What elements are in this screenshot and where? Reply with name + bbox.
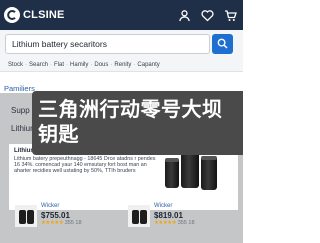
- search-bar: [0, 30, 243, 58]
- nav-item-renity[interactable]: Renity: [114, 62, 131, 68]
- brand-name: CLSINE: [23, 9, 65, 21]
- nav-item-stock[interactable]: Stock: [8, 62, 23, 68]
- battery-image: [165, 158, 179, 188]
- product-rating: ★★★★★ 355 18: [41, 220, 82, 226]
- cart-icon[interactable]: [223, 8, 237, 22]
- nav-separator: ·: [110, 61, 113, 68]
- product-brand: Wicker: [41, 203, 60, 209]
- nav-separator: ·: [133, 61, 136, 68]
- card-description: Lithium batery prepeuthnagg - 18645 Drce…: [14, 156, 156, 175]
- battery-image: [181, 150, 199, 188]
- product-thumbnail: [128, 205, 150, 227]
- nav-separator: ·: [50, 61, 53, 68]
- nav-item-dous[interactable]: Dous: [94, 62, 108, 68]
- product-thumbnail: [15, 205, 37, 227]
- user-icon[interactable]: [177, 8, 191, 22]
- nav-separator: ·: [90, 61, 93, 68]
- supplier-label: Supp: [11, 106, 30, 115]
- nav-item-flat[interactable]: Flat: [54, 62, 64, 68]
- favorites-icon[interactable]: [200, 8, 214, 22]
- product-listing[interactable]: Wicker $819.01 ★★★★★ 355 18: [128, 203, 228, 237]
- rating-count: 355 18: [177, 220, 195, 226]
- search-input[interactable]: [5, 34, 210, 54]
- star-rating-icon: ★★★★★: [154, 220, 177, 226]
- rating-count: 355 18: [64, 220, 82, 226]
- category-nav: Stock · Search · Flat · Hamily · Dous · …: [0, 58, 243, 72]
- overlay-banner: 三角洲行动零号大坝钥匙: [32, 91, 243, 155]
- product-rating: ★★★★★ 355 18: [154, 220, 195, 226]
- nav-item-capanty[interactable]: Capanty: [137, 62, 159, 68]
- section-label[interactable]: Pamiliers: [4, 84, 35, 93]
- search-button[interactable]: [212, 34, 233, 54]
- nav-separator: ·: [25, 61, 28, 68]
- product-brand: Wicker: [154, 203, 173, 209]
- logo-icon: [4, 7, 20, 23]
- nav-separator: ·: [66, 61, 69, 68]
- battery-image: [201, 156, 217, 190]
- nav-item-search[interactable]: Search: [29, 62, 48, 68]
- search-icon: [217, 37, 228, 52]
- brand-logo[interactable]: CLSINE: [4, 6, 65, 24]
- product-listing[interactable]: Wicker $755.01 ★★★★★ 355 18: [15, 203, 115, 237]
- product-price: $819.01: [154, 211, 183, 220]
- top-navigation-bar: CLSINE: [0, 0, 243, 30]
- banner-text: 三角洲行动零号大坝钥匙: [38, 97, 223, 146]
- star-rating-icon: ★★★★★: [41, 220, 64, 226]
- nav-item-hamily[interactable]: Hamily: [70, 62, 88, 68]
- product-price: $755.01: [41, 211, 70, 220]
